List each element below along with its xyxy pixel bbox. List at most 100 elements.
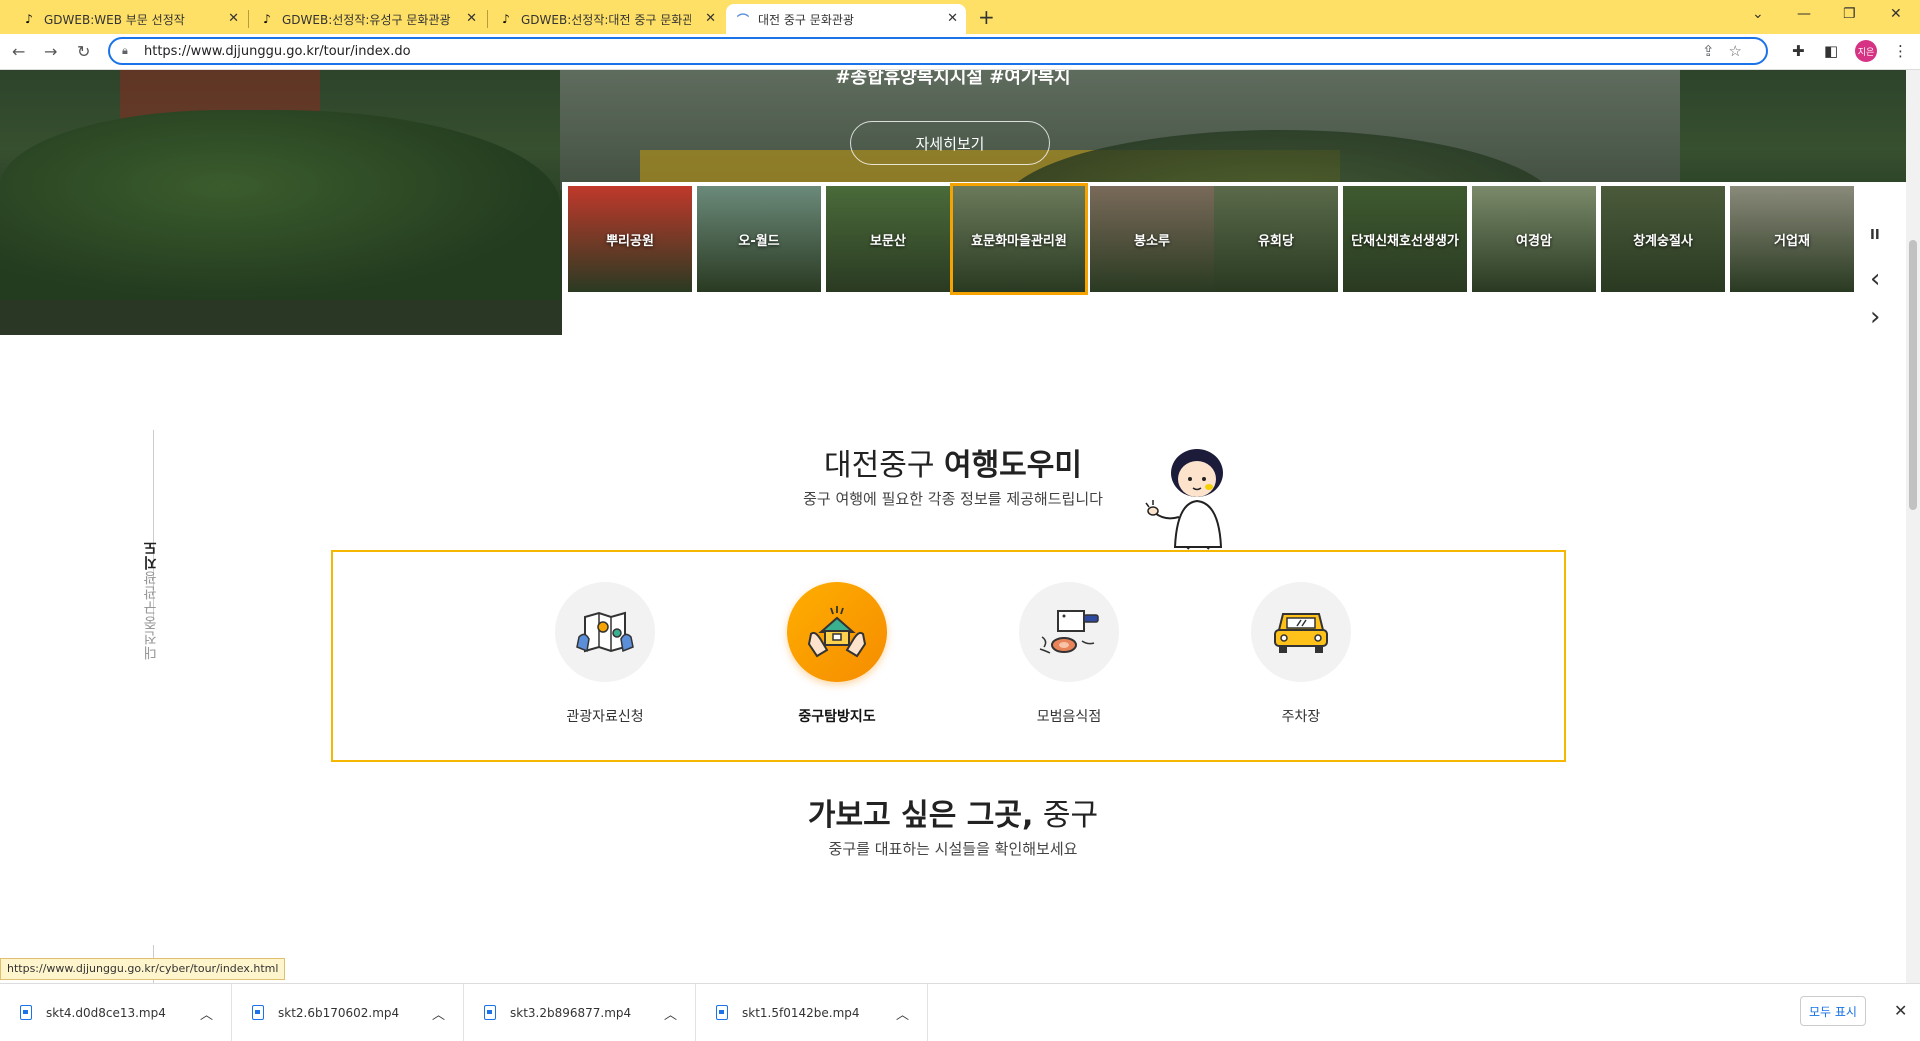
helper-icon-circle [787,582,887,682]
new-tab-button[interactable]: + [978,5,995,29]
show-all-downloads-button[interactable]: 모두 표시 [1800,996,1866,1026]
tab-separator [487,10,488,28]
helper-item-model-restaurant[interactable]: 모범음식점 [1009,582,1129,726]
video-file-icon [252,1005,264,1020]
page-viewport: #종합휴양복지시설 #여가복지 자세히보기 뿌리공원 오-월드 보문산 효문화마… [0,70,1906,983]
thumb-label: 단재신채호선생생가 [1351,233,1459,249]
close-downloads-icon[interactable]: ✕ [1894,1001,1907,1020]
minimize-button[interactable]: — [1797,6,1811,22]
thumb-label: 봉소루 [1134,233,1170,249]
side-panel-icon[interactable]: ◧ [1824,42,1838,60]
thumb-o-world[interactable]: 오-월드 [697,186,821,292]
chevron-up-icon[interactable]: ︿ [664,1004,677,1023]
thumb-changgye-sungjeolsa[interactable]: 창계숭절사 [1601,186,1725,292]
lock-icon: 🔒︎ [122,44,128,57]
thumb-label: 효문화마을관리원 [971,233,1067,249]
mascot-character-icon [1145,449,1223,550]
places-title-normal: 중구 [1033,798,1099,833]
helper-icon-circle [1251,582,1351,682]
download-item[interactable]: skt1.5f0142be.mp4 ︿ [696,984,928,1041]
helper-item-label: 모범음식점 [1036,709,1102,725]
prev-arrow-icon[interactable]: ‹ [1870,264,1880,294]
helper-item-parking[interactable]: 주차장 [1241,582,1361,726]
hero-hashtags: #종합휴양복지시설 #여가복지 [835,70,1071,88]
thumb-bomunsan[interactable]: 보문산 [826,186,950,292]
helper-item-label: 주차장 [1281,709,1321,725]
url-field[interactable]: 🔒︎ https://www.djjunggu.go.kr/tour/index… [108,37,1768,65]
url-text: https://www.djjunggu.go.kr/tour/index.do [144,43,411,59]
close-tab-icon[interactable]: ✕ [466,11,477,26]
thumb-hyomunhwa-village[interactable]: 효문화마을관리원 [950,183,1088,295]
download-item[interactable]: skt3.2b896877.mp4 ︿ [464,984,696,1041]
side-label-text: 대전중구관광 [143,570,159,660]
restore-button[interactable]: ❐ [1843,6,1856,22]
address-bar-row: ← → ↻ 🔒︎ https://www.djjunggu.go.kr/tour… [0,34,1920,70]
close-window-button[interactable]: ✕ [1890,6,1902,22]
thumb-label: 오-월드 [738,233,780,249]
thumb-label: 보문산 [870,233,906,249]
pause-icon[interactable]: II [1870,228,1880,243]
house-hands-icon [807,606,867,658]
download-filename: skt2.6b170602.mp4 [278,1005,400,1020]
tab-bar: ♪ GDWEB:WEB 부문 선정작 ✕ ♪ GDWEB:선정작:유성구 문화관… [0,0,1920,34]
helper-item-junggu-map[interactable]: 중구탐방지도 [777,582,897,726]
thumb-danjae-birthplace[interactable]: 단재신채호선생생가 [1343,186,1467,292]
share-icon[interactable]: ⇪ [1702,42,1729,60]
car-icon [1274,613,1328,653]
helper-item-tour-materials[interactable]: 관광자료신청 [545,582,665,726]
thumb-yuhoedang[interactable]: 유회당 [1214,186,1338,292]
download-filename: skt4.d0d8ce13.mp4 [46,1005,166,1020]
close-tab-icon[interactable]: ✕ [947,11,958,26]
thumb-label: 창계숭절사 [1633,233,1693,249]
downloads-bar: skt4.d0d8ce13.mp4 ︿ skt2.6b170602.mp4 ︿ … [0,983,1920,1041]
close-tab-icon[interactable]: ✕ [705,11,716,26]
next-arrow-icon[interactable]: › [1870,302,1880,332]
download-item[interactable]: skt4.d0d8ce13.mp4 ︿ [0,984,232,1041]
tab-search-icon[interactable]: ⌄ [1752,6,1764,22]
thumb-bongsoru[interactable]: 봉소루 [1090,186,1214,292]
helper-icon-circle [555,582,655,682]
tab-title: GDWEB:선정작:대전 중구 문화관 [521,12,691,27]
reload-icon[interactable]: ↻ [77,42,90,61]
tiktok-icon: ♪ [502,12,510,26]
scrollbar-thumb[interactable] [1909,240,1917,510]
thumb-geeopjae[interactable]: 거업재 [1730,186,1854,292]
helper-menu-box: 관광자료신청 중구탐방지도 모범음식점 주차장 [331,550,1566,762]
helper-subtitle: 중구 여행에 필요한 각종 정보를 제공해드립니다 [803,490,1103,508]
chevron-up-icon[interactable]: ︿ [896,1004,909,1023]
download-item[interactable]: skt2.6b170602.mp4 ︿ [232,984,464,1041]
forward-arrow-icon[interactable]: → [44,42,57,61]
chevron-up-icon[interactable]: ︿ [200,1004,213,1023]
thumb-yeogyeongam[interactable]: 여경암 [1472,186,1596,292]
helper-item-label: 중구탐방지도 [798,709,876,725]
page-scrollbar[interactable] [1906,70,1920,983]
tab-separator [248,10,249,28]
places-title-bold: 가보고 싶은 그곳, [807,798,1034,833]
tab-gdweb-web[interactable]: ♪ GDWEB:WEB 부문 선정작 ✕ [12,4,247,34]
helper-title-normal: 대전중구 [824,448,944,483]
thumb-label: 유회당 [1258,233,1294,249]
profile-avatar[interactable]: 지은 [1855,40,1877,62]
close-tab-icon[interactable]: ✕ [228,11,239,26]
tab-title: GDWEB:선정작:유성구 문화관광 [282,12,451,27]
places-title: 가보고 싶은 그곳, 중구 [0,790,1906,834]
tab-gdweb-junggu[interactable]: ♪ GDWEB:선정작:대전 중구 문화관 ✕ [489,4,724,34]
places-subtitle: 중구를 대표하는 시설들을 확인해보세요 [828,840,1078,858]
extensions-puzzle-icon[interactable]: ✚ [1792,42,1805,60]
omnibox-actions: ⇪☆ [1702,42,1756,60]
helper-icon-circle [1019,582,1119,682]
detail-button[interactable]: 자세히보기 [850,121,1050,165]
helper-item-label: 관광자료신청 [566,709,644,725]
side-label-bold: 지도 [143,540,159,570]
video-file-icon [484,1005,496,1020]
chevron-up-icon[interactable]: ︿ [432,1004,445,1023]
menu-kebab-icon[interactable]: ⋮ [1893,42,1908,60]
thumb-label: 거업재 [1774,233,1810,249]
tab-junggu-tour[interactable]: ⌒ 대전 중구 문화관광 ✕ [726,4,966,34]
tab-gdweb-yuseong[interactable]: ♪ GDWEB:선정작:유성구 문화관광 ✕ [250,4,485,34]
back-arrow-icon[interactable]: ← [12,42,25,61]
thumb-ppuri-park[interactable]: 뿌리공원 [568,186,692,292]
side-vertical-label[interactable]: 대전중구관광지도 [141,540,161,660]
tiktok-icon: ♪ [263,12,271,26]
bookmark-star-icon[interactable]: ☆ [1729,42,1756,60]
